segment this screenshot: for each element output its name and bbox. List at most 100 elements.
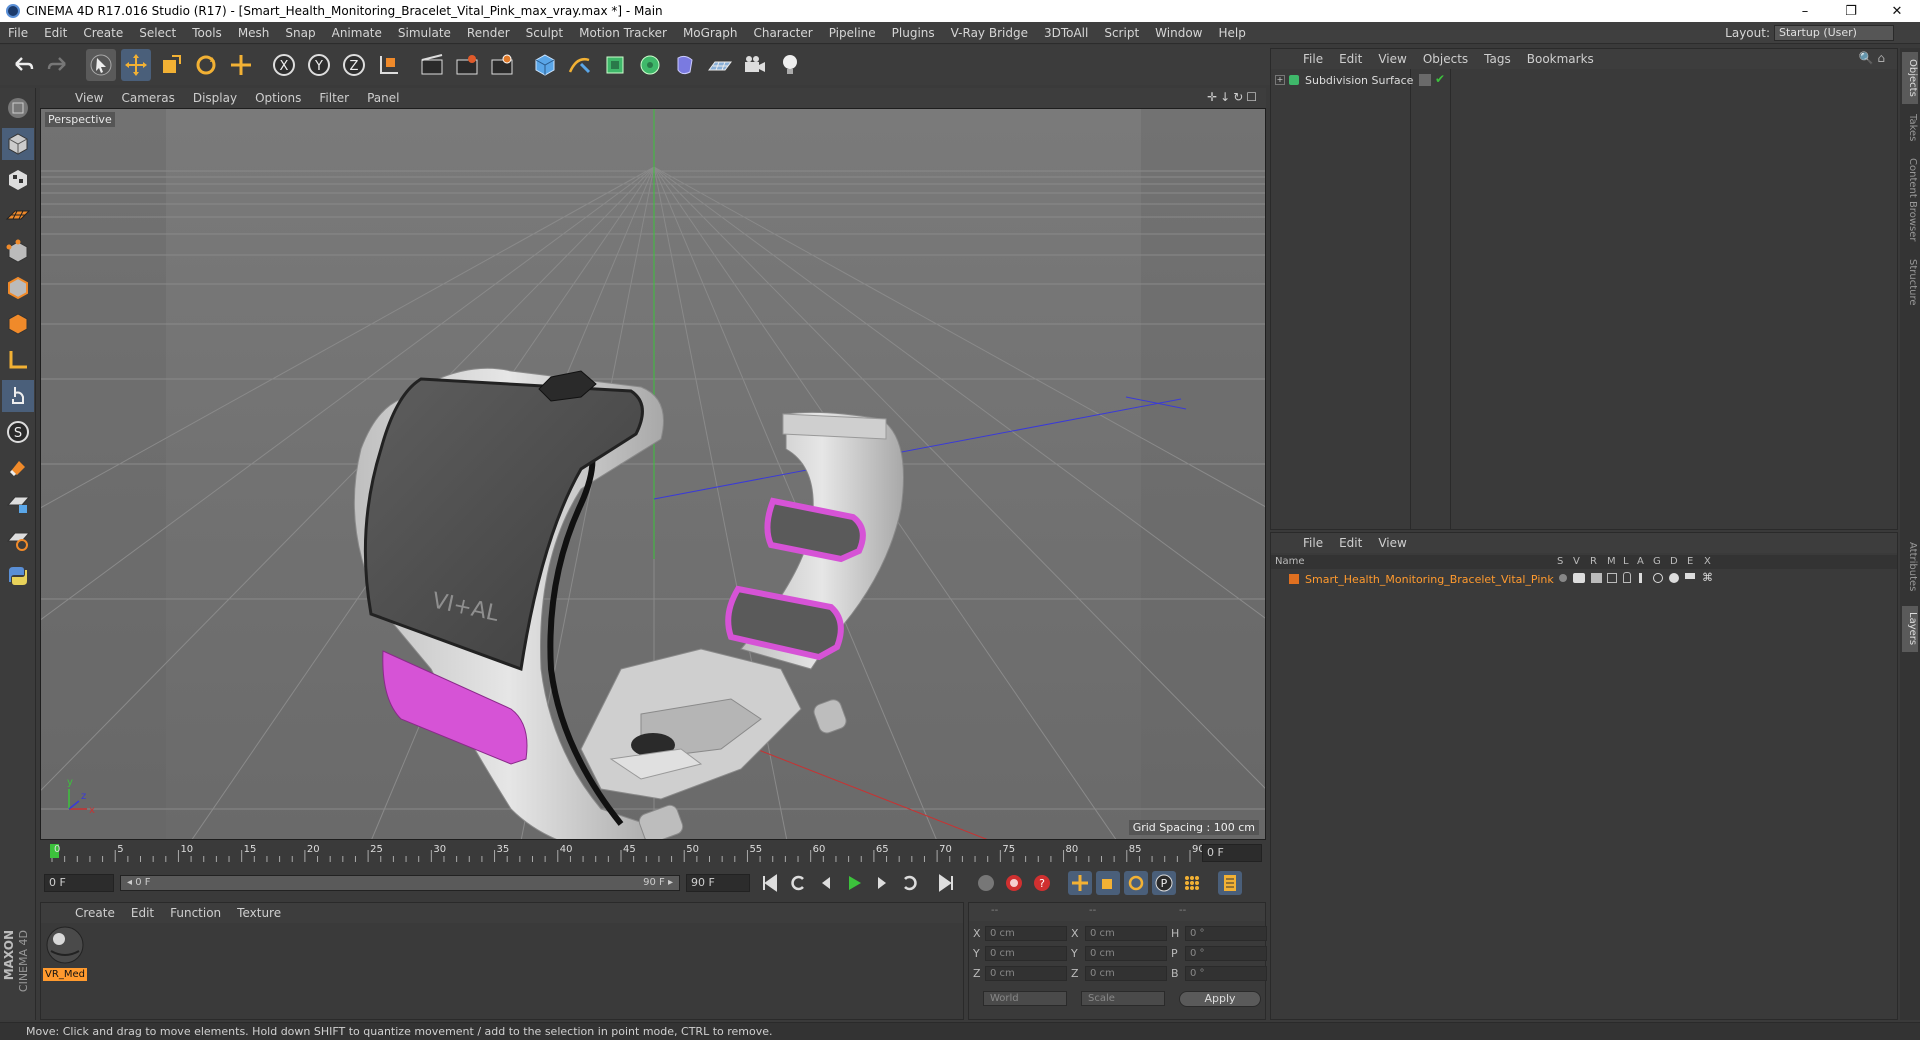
- material-swatch[interactable]: VR_Med: [43, 925, 87, 981]
- object-menu-edit[interactable]: Edit: [1331, 52, 1370, 66]
- object-menu-tags[interactable]: Tags: [1476, 52, 1519, 66]
- layer-generators-icon[interactable]: [1653, 573, 1663, 583]
- spline-pen-icon[interactable]: [565, 49, 595, 81]
- menu-tools[interactable]: Tools: [184, 26, 230, 40]
- array-mograph-icon[interactable]: [635, 49, 665, 81]
- menu-plugins[interactable]: Plugins: [884, 26, 943, 40]
- python-script-icon[interactable]: [2, 560, 34, 592]
- cube-primitive-icon[interactable]: [530, 49, 560, 81]
- camera-icon[interactable]: [740, 49, 770, 81]
- coord-space-select[interactable]: World: [983, 991, 1067, 1006]
- viewport-navigation-icons[interactable]: ✛↓↻☐: [1207, 90, 1260, 104]
- coord-mode-select[interactable]: Scale: [1081, 991, 1165, 1006]
- menu-motion-tracker[interactable]: Motion Tracker: [571, 26, 675, 40]
- end-frame-field[interactable]: 90 F: [686, 874, 750, 892]
- viewport-menu-filter[interactable]: Filter: [310, 91, 358, 105]
- key-rotation-icon[interactable]: [1124, 871, 1148, 895]
- tweak-mode-icon[interactable]: [2, 380, 34, 412]
- menu-file[interactable]: File: [0, 26, 36, 40]
- render-view-icon[interactable]: [417, 49, 447, 81]
- menu-mograph[interactable]: MoGraph: [675, 26, 746, 40]
- menu-edit[interactable]: Edit: [36, 26, 75, 40]
- material-menu-create[interactable]: Create: [67, 906, 123, 920]
- model-mode-icon[interactable]: [2, 128, 34, 160]
- object-menu-objects[interactable]: Objects: [1415, 52, 1476, 66]
- edges-mode-icon[interactable]: [2, 272, 34, 304]
- play-icon[interactable]: [842, 871, 866, 895]
- menu-3dtoall[interactable]: 3DToAll: [1036, 26, 1096, 40]
- coord-pos-y-field[interactable]: 0 cm: [985, 945, 1067, 961]
- layer-menu-edit[interactable]: Edit: [1331, 536, 1370, 550]
- layer-col-manager[interactable]: M: [1607, 556, 1616, 567]
- coord-pos-x-field[interactable]: 0 cm: [985, 925, 1067, 941]
- material-menu-function[interactable]: Function: [162, 906, 229, 920]
- key-scale-icon[interactable]: [1096, 871, 1120, 895]
- transform-tool-icon[interactable]: [226, 49, 256, 81]
- tab-structure[interactable]: Structure: [1902, 252, 1918, 312]
- solo-mode-icon[interactable]: S: [2, 416, 34, 448]
- object-menu-bookmarks[interactable]: Bookmarks: [1519, 52, 1602, 66]
- coord-size-y-field[interactable]: 0 cm: [1085, 945, 1167, 961]
- grid-snap-icon[interactable]: [2, 488, 34, 520]
- layer-col-name[interactable]: Name: [1275, 556, 1305, 567]
- coord-size-z-field[interactable]: 0 cm: [1085, 965, 1167, 981]
- menu-simulate[interactable]: Simulate: [390, 26, 459, 40]
- x-axis-lock-icon[interactable]: X: [269, 49, 299, 81]
- workplane-lock-icon[interactable]: [2, 524, 34, 556]
- object-manager-search-icon[interactable]: 🔍⌂: [1858, 51, 1889, 65]
- menu-window[interactable]: Window: [1147, 26, 1210, 40]
- polygons-mode-icon[interactable]: [2, 308, 34, 340]
- layer-animation-icon[interactable]: [1639, 573, 1642, 583]
- minimize-button[interactable]: –: [1782, 0, 1828, 22]
- keyframe-record-icon[interactable]: [974, 871, 998, 895]
- layer-menu-view[interactable]: View: [1370, 536, 1414, 550]
- texture-mode-icon[interactable]: [2, 164, 34, 196]
- floor-environment-icon[interactable]: [705, 49, 735, 81]
- layer-solo-icon[interactable]: [1559, 574, 1567, 582]
- frame-range-slider[interactable]: ◂ 0 F 90 F ▸: [120, 875, 680, 891]
- magnet-snap-icon[interactable]: [2, 452, 34, 484]
- menu-pipeline[interactable]: Pipeline: [821, 26, 884, 40]
- layer-col-render[interactable]: R: [1590, 556, 1597, 567]
- loop-forward-icon[interactable]: [898, 871, 922, 895]
- coord-rot-p-field[interactable]: 0 °: [1185, 945, 1267, 961]
- expand-toggle-icon[interactable]: +: [1275, 75, 1285, 85]
- layer-deformers-icon[interactable]: [1669, 573, 1679, 583]
- layer-col-expressions[interactable]: E: [1687, 556, 1693, 567]
- layer-manager-icon[interactable]: [1607, 573, 1617, 583]
- autokey-icon[interactable]: [1002, 871, 1026, 895]
- step-forward-icon[interactable]: [870, 871, 894, 895]
- goto-end-icon[interactable]: [934, 871, 958, 895]
- undo-button[interactable]: [8, 49, 38, 81]
- material-menu-edit[interactable]: Edit: [123, 906, 162, 920]
- current-frame-field[interactable]: 0 F: [1202, 844, 1262, 862]
- restore-button[interactable]: ❐: [1828, 0, 1874, 22]
- workplane-mode-icon[interactable]: [2, 200, 34, 232]
- menu-select[interactable]: Select: [131, 26, 184, 40]
- goto-start-icon[interactable]: [758, 871, 782, 895]
- deformer-icon[interactable]: [670, 49, 700, 81]
- menu-sculpt[interactable]: Sculpt: [518, 26, 571, 40]
- layer-col-generators[interactable]: G: [1653, 556, 1661, 567]
- layer-visible-eye-icon[interactable]: [1573, 573, 1585, 583]
- axis-mode-icon[interactable]: [2, 344, 34, 376]
- layer-color-swatch[interactable]: [1289, 574, 1299, 584]
- layer-col-locked[interactable]: L: [1623, 556, 1629, 567]
- render-settings-icon[interactable]: [487, 49, 517, 81]
- layer-xref-icon[interactable]: ⌘: [1702, 571, 1713, 584]
- menu-animate[interactable]: Animate: [324, 26, 390, 40]
- viewport-menu-display[interactable]: Display: [184, 91, 246, 105]
- viewport-menu-cameras[interactable]: Cameras: [112, 91, 183, 105]
- tab-attributes[interactable]: Attributes: [1902, 532, 1918, 602]
- layer-expressions-icon[interactable]: [1685, 573, 1695, 581]
- timeline-window-icon[interactable]: [1218, 871, 1242, 895]
- coord-rot-b-field[interactable]: 0 °: [1185, 965, 1267, 981]
- close-button[interactable]: ✕: [1874, 0, 1920, 22]
- tab-takes[interactable]: Takes: [1902, 108, 1918, 148]
- menu-create[interactable]: Create: [75, 26, 131, 40]
- coord-pos-z-field[interactable]: 0 cm: [985, 965, 1067, 981]
- apply-button[interactable]: Apply: [1179, 991, 1261, 1007]
- tab-objects[interactable]: Objects: [1902, 52, 1918, 104]
- start-frame-field[interactable]: 0 F: [44, 874, 114, 892]
- viewport-menu-view[interactable]: View: [66, 91, 112, 105]
